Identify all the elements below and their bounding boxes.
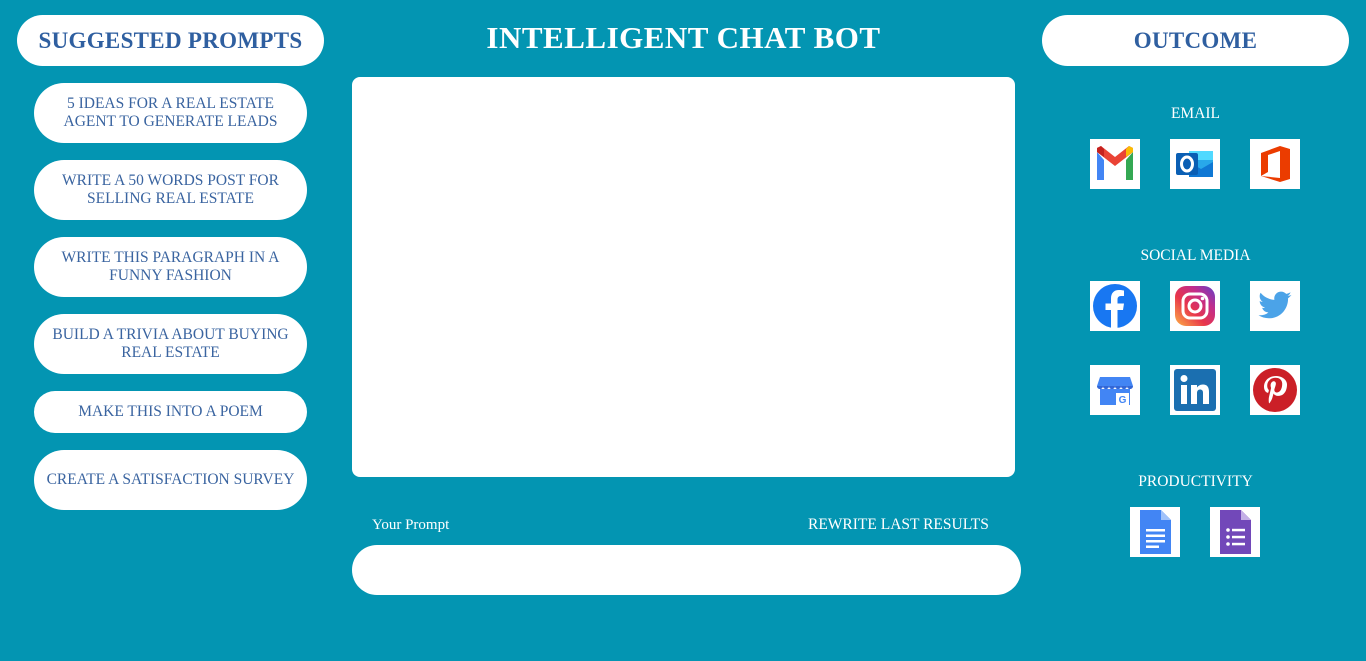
google-forms-icon bbox=[1220, 510, 1251, 554]
svg-text:G: G bbox=[1119, 395, 1127, 406]
linkedin-icon bbox=[1174, 369, 1216, 411]
facebook-icon bbox=[1093, 284, 1137, 328]
office-icon bbox=[1261, 146, 1290, 182]
prompt-button-trivia[interactable]: BUILD A TRIVIA ABOUT BUYING REAL ESTATE bbox=[34, 314, 307, 374]
google-forms-tile[interactable] bbox=[1210, 507, 1260, 557]
google-business-icon: G bbox=[1097, 377, 1133, 406]
google-docs-icon bbox=[1140, 510, 1171, 554]
prompt-button-survey[interactable]: CREATE A SATISFACTION SURVEY bbox=[34, 450, 307, 510]
outcome-heading: OUTCOME bbox=[1042, 15, 1349, 66]
linkedin-tile[interactable] bbox=[1170, 365, 1220, 415]
email-section-label: EMAIL bbox=[1170, 105, 1221, 122]
google-docs-tile[interactable] bbox=[1130, 507, 1180, 557]
page-title: INTELLIGENT CHAT BOT bbox=[486, 20, 881, 55]
twitter-tile[interactable] bbox=[1250, 281, 1300, 331]
gmail-tile[interactable] bbox=[1090, 139, 1140, 189]
chat-output-area bbox=[352, 77, 1015, 477]
pinterest-tile[interactable] bbox=[1250, 365, 1300, 415]
prompt-button-poem[interactable]: MAKE THIS INTO A POEM bbox=[34, 391, 307, 433]
instagram-icon bbox=[1175, 286, 1215, 326]
suggested-prompts-heading: SUGGESTED PROMPTS bbox=[17, 15, 324, 66]
prompt-button-sell-post[interactable]: WRITE A 50 WORDS POST FOR SELLING REAL E… bbox=[34, 160, 307, 220]
prompt-button-lead-ideas[interactable]: 5 IDEAS FOR A REAL ESTATE AGENT TO GENER… bbox=[34, 83, 307, 143]
facebook-tile[interactable] bbox=[1090, 281, 1140, 331]
prompt-button-funny-rewrite[interactable]: WRITE THIS PARAGRAPH IN A FUNNY FASHION bbox=[34, 237, 307, 297]
instagram-tile[interactable] bbox=[1170, 281, 1220, 331]
outlook-tile[interactable] bbox=[1170, 139, 1220, 189]
social-media-section-label: SOCIAL MEDIA bbox=[1140, 247, 1251, 264]
pinterest-icon bbox=[1253, 368, 1297, 412]
office-tile[interactable] bbox=[1250, 139, 1300, 189]
twitter-icon bbox=[1258, 291, 1292, 319]
gmail-icon bbox=[1097, 146, 1133, 180]
productivity-section-label: PRODUCTIVITY bbox=[1138, 473, 1253, 490]
outlook-icon bbox=[1176, 151, 1213, 177]
prompt-input[interactable] bbox=[352, 545, 1021, 595]
rewrite-last-results-button[interactable]: REWRITE LAST RESULTS bbox=[808, 516, 989, 534]
google-business-tile[interactable]: G bbox=[1090, 365, 1140, 415]
prompt-label: Your Prompt bbox=[372, 517, 450, 533]
